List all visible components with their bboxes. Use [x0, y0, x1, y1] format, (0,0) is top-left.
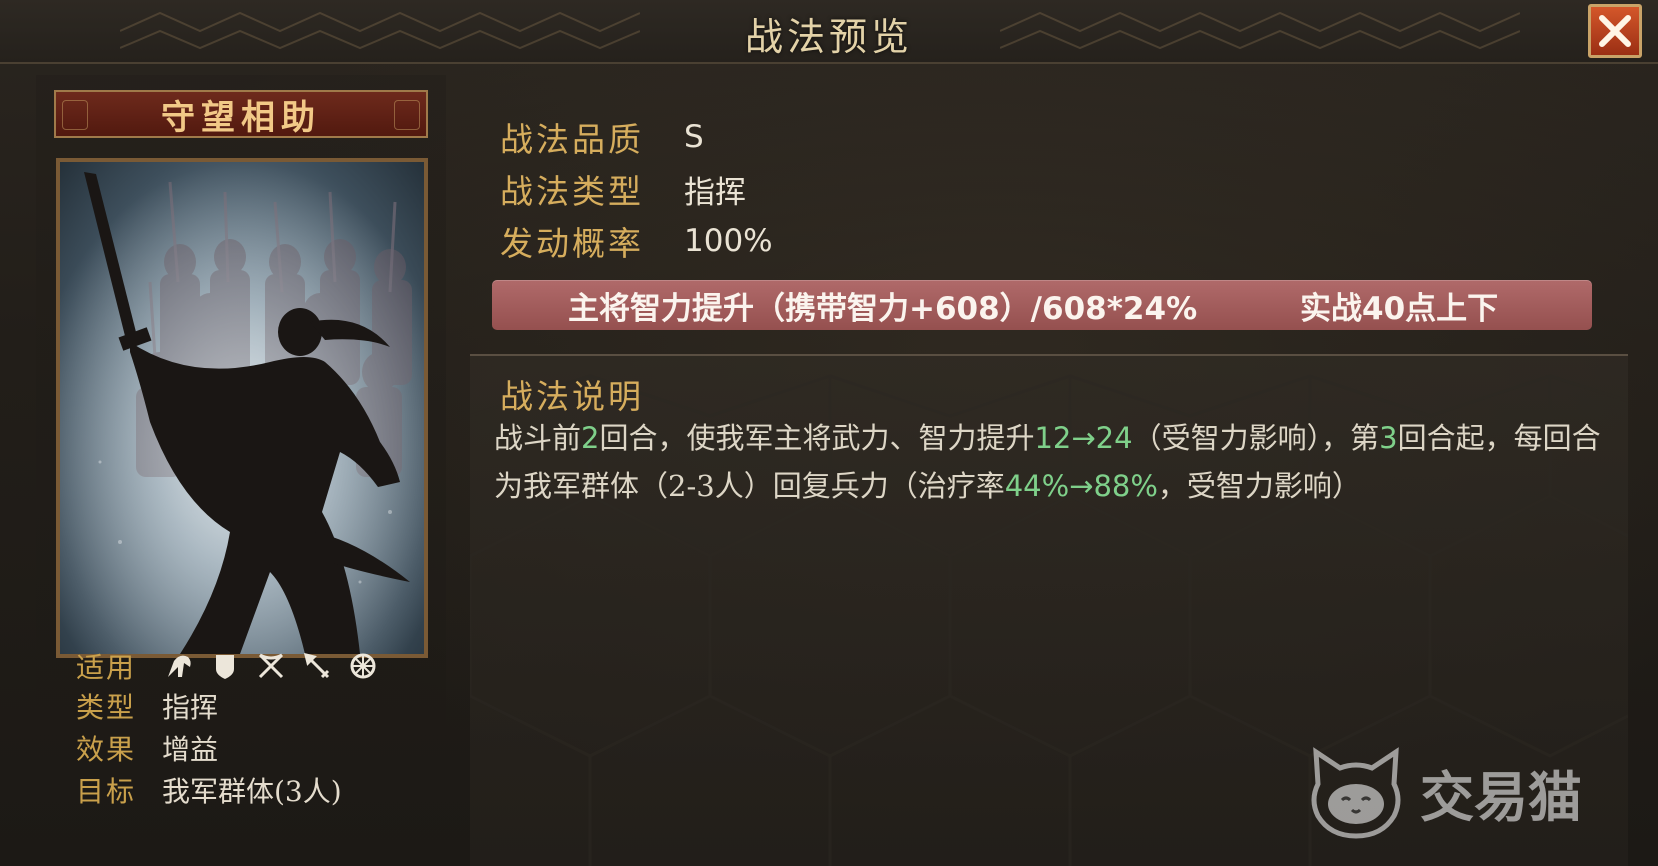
watermark-text: 交易猫 [1420, 765, 1582, 829]
info-label-type: 战法类型 [500, 172, 644, 211]
info-label-trigger-rate: 发动概率 [500, 224, 644, 263]
title-bar: 战法预览 [0, 0, 1658, 64]
skill-name: 守望相助 [161, 97, 321, 138]
siege-icon [346, 649, 380, 683]
close-button[interactable] [1588, 4, 1642, 58]
cat-logo-icon [1311, 747, 1401, 839]
meta-value-target: 我军群体(3人) [162, 775, 342, 808]
skill-preview-screen: 战法预览 守望相助 适用 类型 指挥 效果 增益 目标 我军群体(3人) 战法品… [0, 0, 1658, 866]
description-value-highlight: 3 [1379, 421, 1398, 455]
description-text: 战斗前2回合，使我军主将武力、智力提升12→24（受智力影响），第3回合起，每回… [494, 414, 1604, 510]
archer-icon [254, 649, 288, 683]
meta-row-target: 目标 我军群体(3人) [76, 770, 342, 810]
watermark: 交易猫 [1306, 742, 1636, 842]
description-value-highlight: 2 [581, 421, 600, 455]
banner-ornament-left [62, 100, 88, 130]
description-title: 战法说明 [500, 377, 644, 416]
info-row-type: 战法类型 指挥 [500, 166, 746, 212]
description-value-highlight: 44%→88% [1004, 469, 1158, 503]
meta-value-effect: 增益 [162, 733, 219, 766]
skill-name-banner: 守望相助 [54, 90, 428, 138]
skill-illustration [56, 158, 428, 658]
highlight-annotation-bar: 主将智力提升（携带智力+608）/608*24% 实战40点上下 [492, 280, 1592, 330]
highlight-estimate-text: 实战40点上下 [1300, 290, 1499, 327]
meta-value-type: 指挥 [162, 691, 219, 724]
banner-ornament-right [394, 100, 420, 130]
shield-infantry-icon [208, 649, 242, 683]
meta-label-target: 目标 [76, 775, 137, 808]
description-value-highlight: 12→24 [1034, 421, 1133, 455]
info-value-type: 指挥 [684, 174, 746, 211]
meta-row-type: 类型 指挥 [76, 686, 218, 726]
meta-label-applicable: 适用 [76, 651, 137, 684]
info-row-trigger-rate: 发动概率 100% [500, 218, 773, 264]
description-segment: 战斗前 [494, 421, 582, 455]
close-icon [1599, 15, 1631, 47]
description-segment: 回合，使我军主将武力、智力提升 [599, 421, 1035, 455]
info-value-trigger-rate: 100% [684, 223, 773, 259]
cavalry-icon [162, 649, 196, 683]
meta-row-effect: 效果 增益 [76, 728, 218, 768]
meta-label-effect: 效果 [76, 733, 137, 766]
meta-label-type: 类型 [76, 691, 137, 724]
spear-icon [300, 649, 334, 683]
info-label-quality: 战法品质 [500, 120, 644, 159]
highlight-formula-text: 主将智力提升（携带智力+608）/608*24% [568, 290, 1198, 327]
description-segment: ，受智力影响） [1157, 469, 1361, 503]
meta-row-applicable: 适用 [76, 646, 392, 686]
description-segment: （受智力影响），第 [1132, 421, 1380, 455]
warrior-silhouette-illustration [60, 162, 424, 654]
page-title: 战法预览 [744, 15, 913, 59]
info-value-quality: S [684, 119, 704, 155]
info-row-quality: 战法品质 S [500, 114, 704, 160]
